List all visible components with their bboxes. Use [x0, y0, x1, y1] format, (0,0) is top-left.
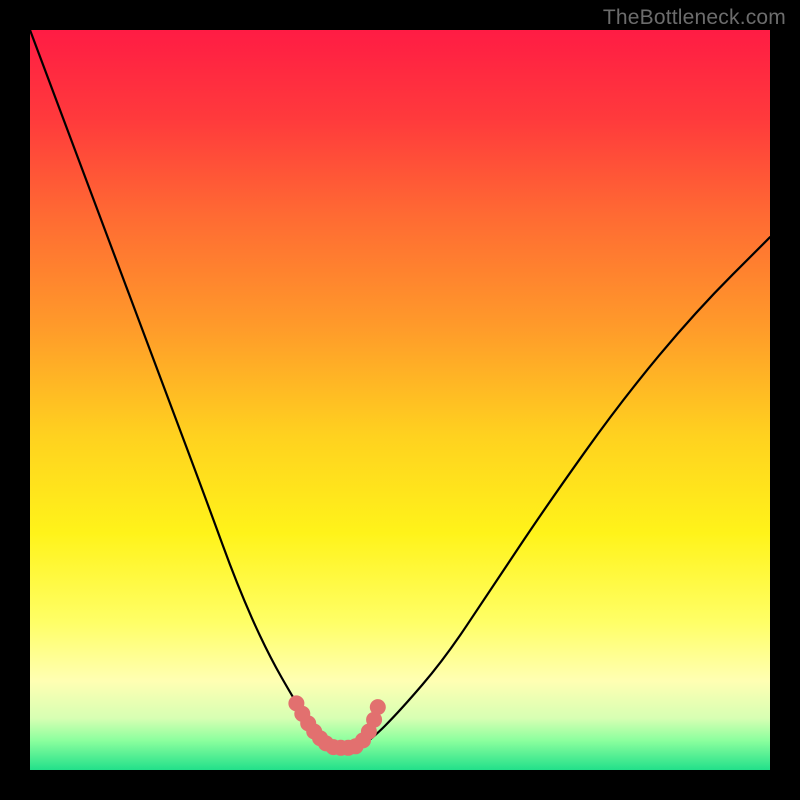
chart-frame: TheBottleneck.com [0, 0, 800, 800]
bottleneck-chart [30, 30, 770, 770]
gradient-background [30, 30, 770, 770]
watermark-text: TheBottleneck.com [603, 6, 786, 30]
optimal-zone-dot [370, 699, 386, 715]
